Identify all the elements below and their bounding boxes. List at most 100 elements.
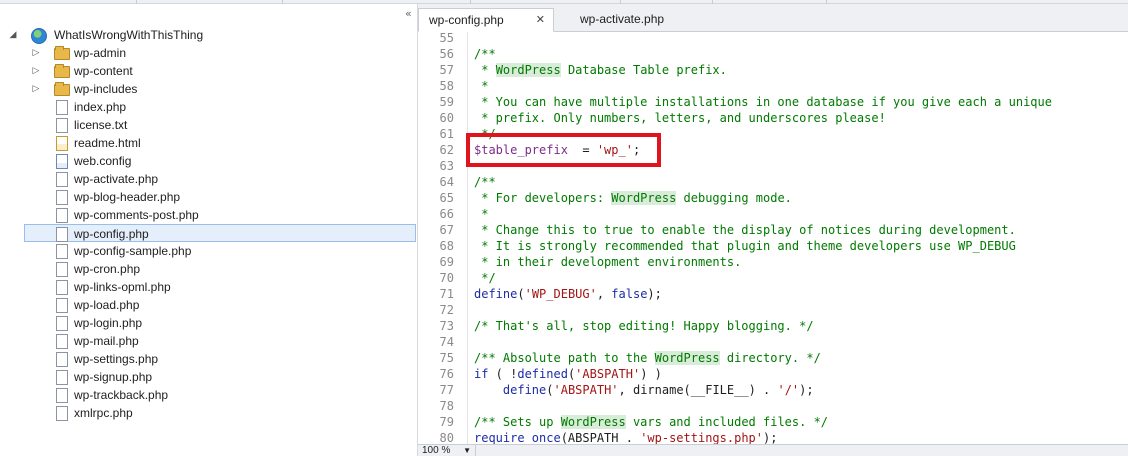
line-text: * For developers: WordPress debugging mo… — [474, 190, 792, 206]
search-highlight: WordPress — [654, 351, 720, 365]
file-icon — [56, 388, 68, 403]
collapsed-arrow-icon[interactable]: ▷ — [31, 65, 41, 77]
code-token: debugging mode. — [676, 191, 792, 205]
code-token: '/' — [777, 383, 800, 397]
tree-item[interactable]: wp-cron.php — [0, 260, 418, 278]
code-line: 71 define('WP_DEBUG', false); — [418, 286, 1128, 302]
line-text: * WordPress Database Table prefix. — [474, 62, 727, 78]
line-number: 80 — [439, 431, 454, 444]
tree-item[interactable]: wp-trackback.php — [0, 386, 418, 404]
file-icon — [56, 406, 68, 421]
tree-item[interactable]: wp-mail.php — [0, 332, 418, 350]
code-line: 73 /* That's all, stop editing! Happy blo… — [418, 318, 1128, 334]
close-icon[interactable]: ✕ — [536, 9, 545, 31]
file-icon — [56, 316, 68, 331]
tree-item[interactable]: xmlrpc.php — [0, 404, 418, 422]
code-line: 57 * WordPress Database Table prefix. — [418, 62, 1128, 78]
code-token: * — [474, 79, 489, 93]
line-number: 66 — [439, 207, 454, 221]
line-number: 64 — [439, 175, 454, 189]
tree-item[interactable]: license.txt — [0, 116, 418, 134]
line-number: 65 — [439, 191, 454, 205]
file-icon — [56, 227, 68, 242]
status-bar: 100 % ▼ — [418, 444, 1128, 456]
line-text: if ( !defined('ABSPATH') ) — [474, 366, 662, 382]
tree-item-label: wp-activate.php — [74, 172, 159, 186]
tree-item[interactable]: wp-activate.php — [0, 170, 418, 188]
code-token: ); — [763, 431, 778, 444]
tree-item-label: wp-cron.php — [74, 262, 141, 276]
tree-item[interactable]: ▷ wp-content — [0, 62, 418, 80]
config-file-icon — [56, 154, 68, 169]
code-token: define — [502, 383, 547, 397]
code-line: 59 * You can have multiple installations… — [418, 94, 1128, 110]
line-text: * Change this to true to enable the disp… — [474, 222, 1016, 238]
line-number: 76 — [439, 367, 454, 381]
line-number: 59 — [439, 95, 454, 109]
code-token: 'wp-settings.php' — [640, 431, 764, 444]
folder-icon — [54, 64, 70, 78]
expanded-arrow-icon[interactable]: ◢ — [8, 29, 18, 41]
tree-root[interactable]: ◢ WhatIsWrongWithThisThing — [0, 26, 418, 44]
tree-item[interactable]: ▷ wp-admin — [0, 44, 418, 62]
code-token: * prefix. Only numbers, letters, and und… — [474, 111, 886, 125]
globe-icon — [31, 28, 47, 44]
tree-item-label: wp-admin — [74, 46, 127, 60]
chevron-down-icon: ▼ — [463, 446, 471, 455]
tree-item-label: wp-blog-header.php — [74, 190, 181, 204]
folder-icon — [54, 82, 70, 96]
code-line: 80 require_once(ABSPATH . 'wp-settings.ph… — [418, 430, 1128, 444]
line-text: define('ABSPATH', dirname(__FILE__) . '/… — [474, 382, 814, 398]
site-file-tree: « ◢ WhatIsWrongWithThisThing ▷ wp-admin ▷ w… — [0, 4, 418, 456]
code-token: ( — [546, 383, 554, 397]
collapsed-arrow-icon[interactable]: ▷ — [31, 47, 41, 59]
tree-item[interactable]: readme.html — [0, 134, 418, 152]
tree-item[interactable]: wp-blog-header.php — [0, 188, 418, 206]
tree-item-label: wp-trackback.php — [74, 388, 169, 402]
tree-item[interactable]: web.config — [0, 152, 418, 170]
tab-wp-config[interactable]: wp-config.php ✕ — [418, 8, 554, 32]
tree-item[interactable]: wp-config-sample.php — [0, 242, 418, 260]
tree-item[interactable]: index.php — [0, 98, 418, 116]
tree-item[interactable]: wp-settings.php — [0, 350, 418, 368]
tab-label: wp-activate.php — [580, 12, 665, 26]
tree-item-label: readme.html — [74, 136, 141, 150]
code-token: require_once — [474, 431, 561, 444]
collapsed-arrow-icon[interactable]: ▷ — [31, 83, 41, 95]
tree-item-selected[interactable]: wp-config.php — [24, 224, 416, 242]
code-token: * You can have multiple installations in… — [474, 95, 1052, 109]
line-number: 75 — [439, 351, 454, 365]
tree-item-label: wp-login.php — [74, 316, 143, 330]
code-line: 79 /** Sets up WordPress vars and include… — [418, 414, 1128, 430]
code-token: /* That's all, stop editing! Happy blogg… — [474, 319, 814, 333]
zoom-select[interactable]: 100 % ▼ — [422, 445, 476, 456]
code-token: 'ABSPATH' — [575, 367, 641, 381]
tree-item-label: wp-config.php — [74, 227, 149, 241]
file-icon — [56, 208, 68, 223]
tab-wp-activate[interactable]: wp-activate.php — [570, 8, 710, 32]
tree-item-label: wp-includes — [74, 82, 138, 96]
code-line: 58 * — [418, 78, 1128, 94]
tree-item[interactable]: wp-login.php — [0, 314, 418, 332]
code-line: 77 define('ABSPATH', dirname(__FILE__) .… — [418, 382, 1128, 398]
code-token: * It is strongly recommended that plugin… — [474, 239, 1016, 253]
code-line: 60 * prefix. Only numbers, letters, and … — [418, 110, 1128, 126]
tree-item[interactable]: wp-signup.php — [0, 368, 418, 386]
zoom-value: 100 % — [422, 445, 451, 456]
line-number: 62 — [439, 143, 454, 157]
tree-item[interactable]: wp-load.php — [0, 296, 418, 314]
line-number: 77 — [439, 383, 454, 397]
code-token: /** — [474, 175, 496, 189]
tree-item[interactable]: wp-links-opml.php — [0, 278, 418, 296]
tree-item[interactable]: wp-comments-post.php — [0, 206, 418, 224]
code-view[interactable]: 55 56/** 57 * WordPress Database Table pre… — [418, 32, 1128, 444]
code-token: 'ABSPATH' — [553, 383, 619, 397]
line-number: 73 — [439, 319, 454, 333]
line-text: /** — [474, 46, 496, 62]
collapse-pane-button[interactable]: « — [405, 7, 412, 20]
code-token: * — [474, 207, 489, 221]
code-token: , — [596, 287, 612, 301]
tree-item-label: wp-config-sample.php — [74, 244, 192, 258]
code-token: vars and included files. */ — [625, 415, 829, 429]
tree-item[interactable]: ▷ wp-includes — [0, 80, 418, 98]
